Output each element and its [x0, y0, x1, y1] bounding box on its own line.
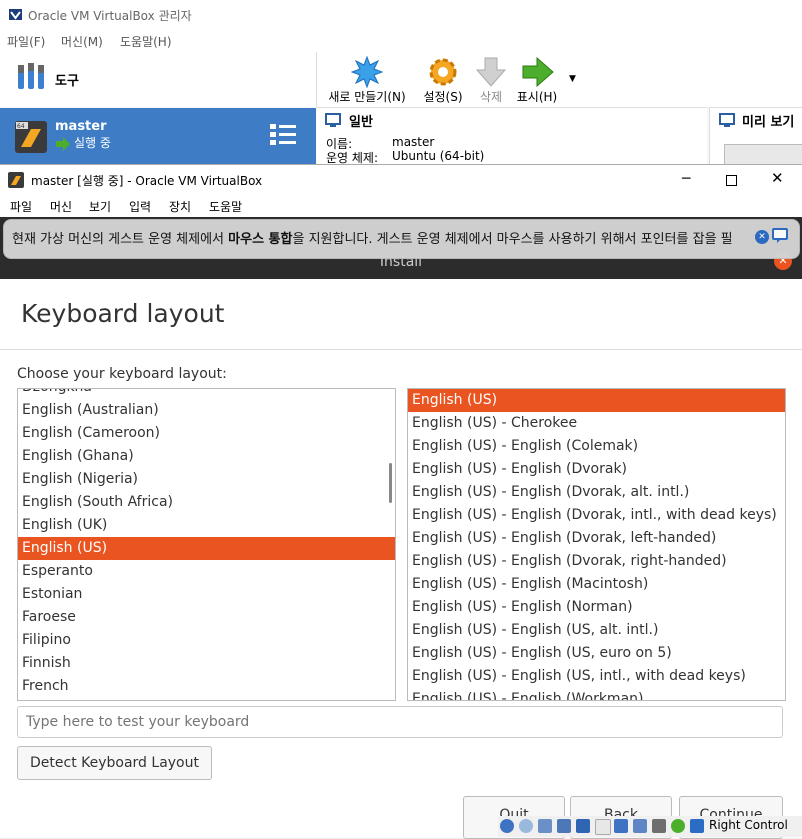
keyboard-icon[interactable]: [690, 819, 704, 833]
layout-list-item[interactable]: English (South Africa): [18, 491, 395, 514]
vm-menu-view[interactable]: 보기: [89, 198, 111, 215]
close-icon[interactable]: ✕: [771, 169, 784, 187]
tools-icon: [15, 61, 49, 99]
show-dropdown-icon[interactable]: ▼: [569, 74, 576, 84]
vm-menu-machine[interactable]: 머신: [50, 198, 72, 215]
vm-title: master [실행 중] - Oracle VM VirtualBox: [31, 174, 263, 188]
vm-status-bar: Right Control: [498, 816, 802, 837]
minimize-icon[interactable]: ─: [682, 171, 690, 187]
vm-name: master: [55, 119, 107, 134]
preview-panel: 미리 보기: [709, 107, 802, 167]
detect-keyboard-layout-button[interactable]: Detect Keyboard Layout: [17, 746, 212, 780]
network-icon[interactable]: [557, 819, 571, 833]
maximize-icon[interactable]: [726, 171, 737, 190]
general-heading: 일반: [349, 115, 373, 130]
monitor-icon: [325, 112, 341, 131]
usb-icon[interactable]: [576, 819, 590, 833]
variant-list-item[interactable]: English (US): [408, 389, 785, 412]
vm-menu-help[interactable]: 도움말: [209, 198, 242, 215]
manager-title: Oracle VM VirtualBox 관리자: [28, 9, 192, 23]
notification-close-icon[interactable]: ✕: [755, 230, 769, 244]
variant-list-item[interactable]: English (US) - English (Norman): [408, 596, 785, 619]
variant-list-item[interactable]: English (US) - English (Macintosh): [408, 573, 785, 596]
variant-list-item[interactable]: English (US) - English (Dvorak, intl., w…: [408, 504, 785, 527]
general-details-panel: 일반 이름: master 운영 체제: Ubuntu (64-bit): [317, 107, 707, 165]
optical-drive-icon[interactable]: [519, 819, 533, 833]
vm-menu-devices[interactable]: 장치: [169, 198, 191, 215]
mouse-integration-notification: 현재 가상 머신의 게스트 운영 체제에서 마우스 통합을 지원합니다. 게스트…: [3, 219, 800, 259]
variant-list-item[interactable]: English (US) - English (Dvorak, left-han…: [408, 527, 785, 550]
new-star-icon: [350, 55, 384, 92]
layout-list-item[interactable]: English (US): [18, 537, 395, 560]
vm-window-icon: [8, 172, 24, 192]
keyboard-layout-list[interactable]: DzongkhaEnglish (Australian)English (Cam…: [17, 388, 396, 701]
layout-list-item[interactable]: Filipino: [18, 629, 395, 652]
hard-disk-icon[interactable]: [500, 819, 514, 833]
virtualbox-logo-icon: [8, 7, 23, 26]
mouse-integration-icon[interactable]: [671, 819, 685, 833]
layout-list-item[interactable]: Estonian: [18, 583, 395, 606]
preview-heading: 미리 보기: [742, 115, 795, 130]
page-title: Keyboard layout: [21, 299, 225, 328]
notification-text: 현재 가상 머신의 게스트 운영 체제에서 마우스 통합을 지원합니다. 게스트…: [12, 232, 733, 247]
show-label: 표시(H): [516, 90, 558, 104]
layout-list-item[interactable]: Finnish: [18, 652, 395, 675]
layout-list-item[interactable]: English (Ghana): [18, 445, 395, 468]
manager-menu-help[interactable]: 도움말(H): [120, 33, 172, 50]
layout-list-item[interactable]: English (Cameroon): [18, 422, 395, 445]
notification-info-icon[interactable]: [772, 228, 790, 248]
show-arrow-icon: [521, 56, 555, 92]
shared-folders-icon[interactable]: [595, 819, 611, 835]
variant-list-item[interactable]: English (US) - English (Colemak): [408, 435, 785, 458]
preview-monitor-icon: [719, 112, 735, 131]
layout-list-item[interactable]: English (Australian): [18, 399, 395, 422]
vm-menubar: 파일 머신 보기 입력 장치 도움말: [0, 195, 802, 217]
layout-list-item[interactable]: Esperanto: [18, 560, 395, 583]
tools-item[interactable]: 도구: [0, 52, 317, 107]
variant-list-item[interactable]: English (US) - English (Dvorak, alt. int…: [408, 481, 785, 504]
variant-list-item[interactable]: English (US) - English (Dvorak, right-ha…: [408, 550, 785, 573]
tools-label: 도구: [55, 74, 79, 89]
vm-list-menu-icon[interactable]: [270, 122, 296, 152]
audio-icon[interactable]: [538, 819, 552, 833]
os-value: Ubuntu (64-bit): [392, 149, 485, 163]
header-divider: [0, 349, 802, 350]
layout-list-item[interactable]: English (UK): [18, 514, 395, 537]
layout-list-item[interactable]: French: [18, 675, 395, 698]
variant-list-item[interactable]: English (US) - Cherokee: [408, 412, 785, 435]
vm-menu-input[interactable]: 입력: [129, 198, 151, 215]
cpu-icon[interactable]: [652, 819, 666, 833]
keyboard-test-input[interactable]: [17, 706, 783, 738]
vm-title-bar: master [실행 중] - Oracle VM VirtualBox ─ ✕: [0, 165, 802, 195]
variant-list-item[interactable]: English (US) - English (US, euro on 5): [408, 642, 785, 665]
layout-list-item[interactable]: English (Nigeria): [18, 468, 395, 491]
svg-text:64: 64: [17, 123, 25, 130]
keyboard-variant-list[interactable]: English (US) English (US) - Cherokee Engli…: [407, 388, 786, 701]
host-key-label: Right Control: [709, 818, 788, 832]
display-icon[interactable]: [614, 819, 628, 833]
variant-list-item[interactable]: English (US) - English (US, alt. intl.): [408, 619, 785, 642]
variant-list-item[interactable]: English (US) - English (Workman): [408, 688, 785, 700]
choose-layout-label: Choose your keyboard layout:: [17, 366, 227, 382]
manager-toolbar: 새로 만들기(N) 설정(S) 삭제 표시(H) ▼: [317, 52, 802, 107]
vm-state: 실행 중: [74, 136, 111, 150]
manager-title-bar: Oracle VM VirtualBox 관리자: [0, 0, 802, 30]
variant-list-item[interactable]: English (US) - English (US, intl., with …: [408, 665, 785, 688]
manager-menu-file[interactable]: 파일(F): [7, 33, 45, 50]
name-value: master: [392, 135, 435, 149]
ubuntu-vm-icon: 64: [15, 121, 47, 157]
variant-list-item[interactable]: English (US) - English (Dvorak): [408, 458, 785, 481]
layout-list-item[interactable]: Dzongkha: [18, 389, 395, 399]
layout-list-scrollbar[interactable]: [389, 463, 392, 503]
manager-menu-machine[interactable]: 머신(M): [61, 33, 103, 50]
vm-menu-file[interactable]: 파일: [10, 198, 32, 215]
vm-list-item-master[interactable]: 64 master 실행 중: [0, 108, 316, 164]
manager-menubar: 파일(F) 머신(M) 도움말(H): [0, 30, 802, 52]
layout-list-item[interactable]: Faroese: [18, 606, 395, 629]
running-arrow-icon: [55, 136, 71, 155]
detect-keyboard-layout-label: Detect Keyboard Layout: [30, 755, 199, 771]
video-capture-icon[interactable]: [633, 819, 647, 833]
